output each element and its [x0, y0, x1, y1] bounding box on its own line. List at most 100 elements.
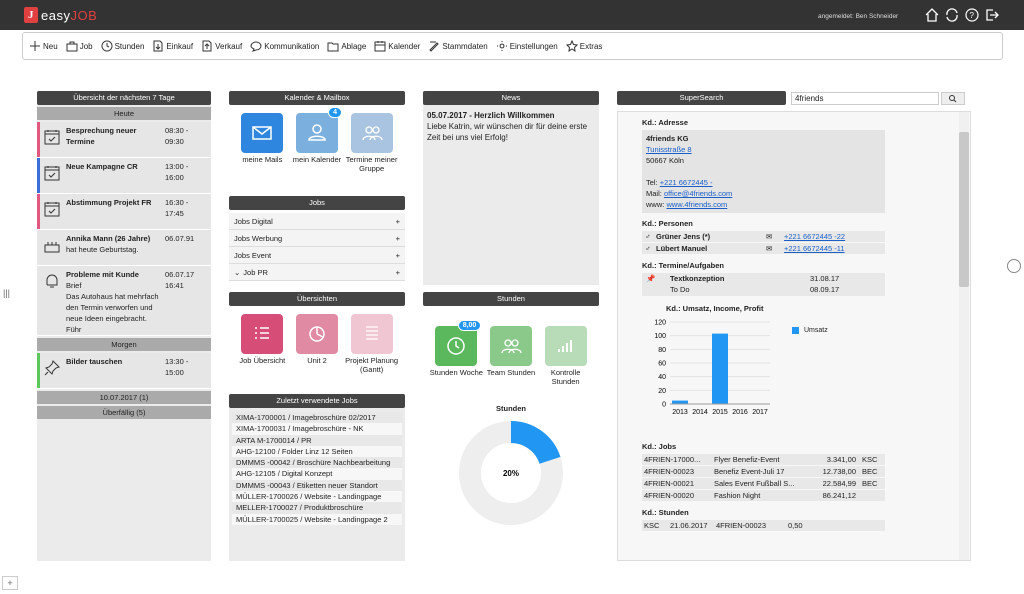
tomorrow-header: Morgen — [37, 338, 211, 351]
event-item[interactable]: Abstimmung Projekt FR 16:30 - 17:45 — [37, 194, 211, 230]
street-link[interactable]: Tunisstraße 8 — [646, 145, 692, 154]
pie-icon — [295, 314, 338, 354]
www-link[interactable]: www.4friends.com — [666, 200, 727, 209]
stunden-tile[interactable]: Team Stunden — [484, 326, 538, 386]
overview-title: Übersicht der nächsten 7 Tage — [37, 91, 211, 105]
y-tick-label: 100 — [654, 333, 666, 340]
refresh-icon[interactable] — [944, 7, 960, 23]
y-tick-label: 120 — [654, 320, 666, 327]
kd-job-row[interactable]: 4FRIEN-00021 Sales Event Fußball S... 22.5… — [642, 478, 885, 490]
calendar-check-icon — [43, 128, 61, 148]
search-button[interactable] — [941, 92, 965, 105]
birthday-item[interactable]: Annika Mann (26 Jahre) hat heute Geburtst… — [37, 230, 211, 266]
uebersichten-tile[interactable]: Job Übersicht — [235, 314, 289, 374]
kalender-panel: Kalender & Mailbox meine Mails 4 mein Kale… — [229, 91, 405, 191]
group-icon — [350, 113, 393, 153]
toolbar-ablage-button[interactable]: Ablage — [327, 40, 366, 52]
person-row[interactable]: ♂ Grüner Jens (*) ✉ +221 6672445 -22 — [642, 231, 885, 243]
logout-icon[interactable] — [984, 7, 1000, 23]
supersearch-results[interactable]: Kd.: Adresse 4friends KG Tunisstraße 8 5… — [617, 111, 971, 561]
toolbar-kommunikation-button[interactable]: Kommunikation — [250, 40, 319, 52]
plus-icon[interactable]: + — [396, 264, 400, 281]
toolbar-stunden-button[interactable]: Stunden — [101, 40, 144, 52]
news-title: News — [423, 91, 599, 105]
recent-job-item[interactable]: XIMA-1700031 / Imagebroschüre - NK — [232, 423, 402, 435]
plus-icon[interactable]: + — [396, 247, 400, 264]
right-panel-toggle[interactable] — [1007, 259, 1021, 273]
uebersichten-panel: Übersichten Job Übersicht Unit 2 Projekt P… — [229, 292, 405, 390]
jobs-accordion-item[interactable]: ⌄ Job PR + — [229, 264, 405, 281]
supersearch-panel: SuperSearch 4friends Kd.: Adresse 4frien… — [617, 91, 971, 561]
jobs-accordion-item[interactable]: Jobs Digital + — [229, 213, 405, 230]
pin-icon: 📌 — [646, 274, 656, 283]
kd-stunden-label: Kd.: Stunden — [642, 508, 689, 517]
event-item[interactable]: Neue Kampagne CR 13:00 - 16:00 — [37, 158, 211, 194]
scrollbar[interactable] — [959, 112, 969, 560]
toolbar-verkauf-button[interactable]: Verkauf — [201, 40, 242, 52]
termin-row[interactable]: 📌 Textkonzeption To Do 31.08.17 08.09.17 — [642, 273, 885, 297]
recent-job-item[interactable]: AHG-12105 / Digital Konzept — [232, 468, 402, 480]
kalender-tile[interactable]: Termine meiner Gruppe — [345, 113, 399, 173]
cake-icon — [43, 236, 61, 256]
toolbar-job-button[interactable]: Job — [66, 40, 93, 52]
stunden-panel: Stunden 8,00 Stunden Woche Team Stunden Kon… — [423, 292, 599, 561]
news-body: Liebe Katrin, wir wünschen dir für deine… — [427, 122, 588, 142]
calendar-check-icon — [43, 200, 61, 220]
kd-job-row[interactable]: 4FRIEN-00020 Fashion Night 86.241,12 — [642, 490, 885, 502]
stunden-tile[interactable]: Kontrolle Stunden — [539, 326, 593, 386]
news-panel: News 05.07.2017 - Herzlich Willkommen Li… — [423, 91, 599, 285]
recent-job-item[interactable]: DMMMS -00043 / Etiketten neuer Standort — [232, 479, 402, 492]
chart-legend: Umsatz — [792, 327, 828, 334]
help-icon[interactable]: ? — [964, 7, 980, 23]
plus-icon[interactable]: + — [396, 230, 400, 247]
jobs-accordion-item[interactable]: Jobs Event + — [229, 247, 405, 264]
toolbar-einkauf-button[interactable]: Einkauf — [152, 40, 193, 52]
toolbar-new-button[interactable]: Neu — [29, 40, 58, 52]
tomorrow-event[interactable]: Bilder tauschen 13:30 - 15:00 — [37, 353, 211, 389]
home-icon[interactable] — [924, 7, 940, 23]
document-icon — [350, 314, 393, 354]
plus-icon[interactable]: + — [396, 213, 400, 230]
problem-item[interactable]: Probleme mit Kunde Brief Das Autohaus hat … — [37, 266, 211, 336]
kd-job-row[interactable]: 4FRIEN-17000... Flyer Benefiz-Event 3.341,… — [642, 454, 885, 466]
overdue-header[interactable]: Überfällig (5) — [37, 406, 211, 419]
event-item[interactable]: Besprechung neuer Termine 08:30 - 09:30 — [37, 122, 211, 158]
toolbar-kalender-button[interactable]: Kalender — [374, 40, 420, 52]
umsatz-chart: Kd.: Umsatz, Income, Profit 0 20 40 60 80 100… — [642, 297, 946, 422]
later-header[interactable]: 10.07.2017 (1) — [37, 391, 211, 404]
extras-icon — [565, 40, 578, 52]
recent-job-item[interactable]: AHG-12100 / Folder Linz 12 Seiten — [232, 445, 402, 458]
recent-job-item[interactable]: DMMMS -00042 / Broschüre Nachbearbeitung — [232, 457, 402, 469]
uebersichten-tile[interactable]: Projekt Planung (Gantt) — [345, 314, 399, 374]
toolbar-stammdaten-button[interactable]: Stammdaten — [428, 40, 488, 52]
stunden-title: Stunden — [423, 292, 599, 306]
kd-job-row[interactable]: 4FRIEN-00023 Benefiz Event-Juli 17 12.738,… — [642, 466, 885, 478]
supersearch-title: SuperSearch — [617, 91, 786, 105]
kalender-tile[interactable]: meine Mails — [235, 113, 289, 173]
mail-link[interactable]: office@4friends.com — [664, 189, 732, 198]
toolbar-extras-button[interactable]: Extras — [565, 40, 602, 52]
search-icon — [949, 95, 957, 103]
recent-job-item[interactable]: MÜLLER-1700026 / Website - Landingpage — [232, 491, 402, 503]
add-tab-button[interactable]: + — [2, 576, 18, 590]
mail-icon[interactable]: ✉ — [766, 243, 784, 254]
list-icon — [241, 314, 284, 354]
stunden-tile[interactable]: 8,00 Stunden Woche — [429, 320, 483, 386]
left-resize-handle[interactable]: ||| — [3, 288, 10, 298]
kalender-tile[interactable]: 4 mein Kalender — [290, 107, 344, 173]
mail-icon[interactable]: ✉ — [766, 231, 784, 242]
recent-job-item[interactable]: MELLER-1700027 / Produktbroschüre — [232, 502, 402, 514]
recent-job-item[interactable]: MÜLLER-1700025 / Website - Landingpage 2 — [232, 513, 402, 525]
job-icon — [66, 41, 78, 52]
kd-stunden-row[interactable]: KSC 21.06.2017 4FRIEN-00023 0,50 — [642, 520, 885, 532]
recent-job-item[interactable]: XIMA-1700001 / Imagebroschüre 02/2017 — [232, 412, 402, 424]
jobs-accordion-item[interactable]: Jobs Werbung + — [229, 230, 405, 247]
person-row[interactable]: ♂ Lübert Manuel ✉ +221 6672445 -11 — [642, 243, 885, 255]
tel-link[interactable]: +221 6672445 - — [660, 178, 713, 187]
toolbar-einstellungen-button[interactable]: Einstellungen — [496, 40, 558, 52]
svg-text:?: ? — [970, 11, 975, 20]
search-input[interactable]: 4friends — [791, 92, 939, 105]
uebersichten-tile[interactable]: Unit 2 — [290, 314, 344, 374]
recent-job-item[interactable]: ARTA M-1700014 / PR — [232, 434, 402, 446]
clock-icon: 8,00 — [435, 320, 482, 366]
